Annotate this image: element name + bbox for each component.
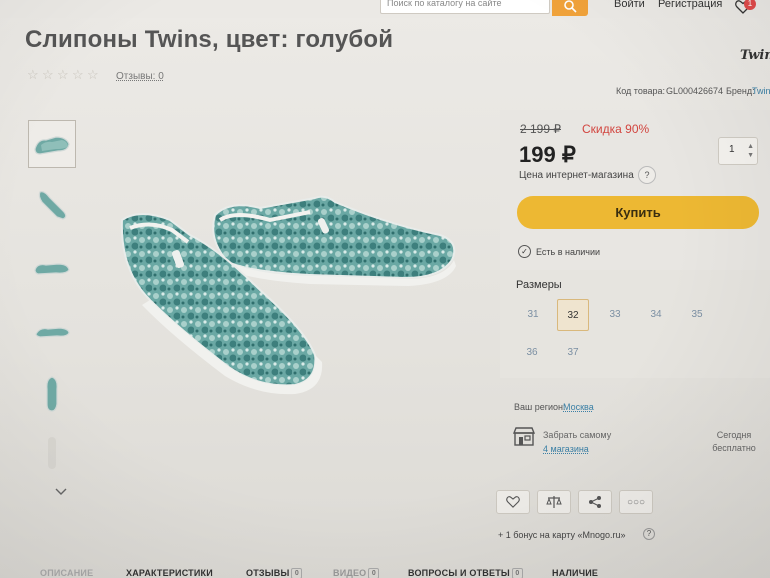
tab-availability[interactable]: НАЛИЧИЕ [552,568,598,578]
chevron-down-icon [55,488,67,495]
more-button[interactable]: ○○○ [619,490,653,514]
tab-reviews-label: ОТЗЫВЫ [246,568,290,578]
share-icon [589,496,601,508]
tab-video-label: ВИДЕО [333,568,367,578]
size-option-31[interactable]: 31 [517,299,549,331]
page-title: Слипоны Twins, цвет: голубой [25,26,394,53]
size-option-35[interactable]: 35 [681,299,713,331]
product-code-value: GL000426674 [666,86,724,96]
star-icon: ☆ [27,67,39,82]
search-button[interactable] [552,0,588,16]
old-price: 2 199 ₽ [520,122,561,136]
quantity-arrows-icon[interactable]: ▲ ▼ [747,142,754,160]
product-code-label: Код товара: [616,86,666,96]
bonus-help-icon[interactable]: ? [643,528,655,540]
store-icon [512,426,536,451]
brand-label: Бренд: [726,86,755,96]
region-link[interactable]: Москва [563,402,594,412]
tab-questions[interactable]: ВОПРОСЫ И ОТВЕТЫ 0 [408,568,523,578]
bonus-text: + 1 бонус на карту «Mnogo.ru» [498,530,626,540]
compare-button[interactable] [537,490,571,514]
reviews-link[interactable]: Отзывы: 0 [116,71,164,82]
sizes-label: Размеры [516,279,562,291]
stock-status: Есть в наличии [536,247,600,257]
region-label: Ваш регион: [514,402,566,412]
quantity-stepper[interactable]: 1 ▲ ▼ [718,137,758,165]
tab-characteristics[interactable]: ХАРАКТЕРИСТИКИ [126,568,213,578]
thumbnail-4[interactable] [28,307,76,355]
tab-description[interactable]: ОПИСАНИЕ [40,568,93,578]
thumbnail-1[interactable] [28,120,76,168]
tab-video[interactable]: ВИДЕО 0 [333,568,380,578]
thumbnail-5[interactable] [28,370,76,418]
search-icon [564,0,577,13]
size-option-36[interactable]: 36 [516,337,548,369]
price-help-icon[interactable]: ? [638,166,656,184]
size-option-34[interactable]: 34 [640,299,672,331]
tab-reviews[interactable]: ОТЗЫВЫ 0 [246,568,303,578]
pickup-label: Забрать самому [543,430,612,440]
compare-icon [546,496,562,508]
star-icon: ☆ [57,67,69,82]
pickup-when-day: Сегодня [716,430,752,440]
thumbnails-scroll-down[interactable] [54,484,68,502]
size-option-32[interactable]: 32 [557,299,589,331]
rating-stars[interactable]: ☆ ☆ ☆ ☆ ☆ [27,67,99,82]
pickup-stores-link[interactable]: 4 магазина [543,444,589,454]
more-icon: ○○○ [626,496,646,508]
product-page: Поиск по каталогу на сайте Войти Регистр… [0,0,770,578]
wishlist-add-button[interactable] [496,490,530,514]
buy-button[interactable]: Купить [517,196,759,229]
brand-logo[interactable]: Twins [740,48,770,63]
thumbnail-3[interactable] [28,244,76,292]
size-option-33[interactable]: 33 [599,299,631,331]
quantity-value: 1 [729,144,735,155]
login-link[interactable]: Войти [614,0,645,10]
check-circle-icon: ✓ [518,245,531,258]
pickup-when-cost: бесплатно [712,443,756,453]
share-button[interactable] [578,490,612,514]
discount-label: Скидка 90% [582,122,650,136]
star-icon: ☆ [72,67,84,82]
price-note: Цена интернет-магазина [519,170,634,181]
current-price: 199 ₽ [519,142,576,167]
tab-video-count: 0 [368,568,380,578]
size-option-37[interactable]: 37 [557,337,589,369]
register-link[interactable]: Регистрация [658,0,722,10]
tab-reviews-count: 0 [291,568,303,578]
thumbnail-2[interactable] [28,180,76,228]
brand-link[interactable]: Twins [752,86,770,96]
heart-icon [506,496,520,508]
star-icon: ☆ [87,67,99,82]
pickup-when: Сегодня бесплатно [706,429,762,455]
star-icon: ☆ [42,67,54,82]
tab-questions-count: 0 [511,568,523,578]
thumbnail-6[interactable] [28,429,76,477]
tab-questions-label: ВОПРОСЫ И ОТВЕТЫ [408,568,510,578]
product-main-image[interactable] [110,180,470,410]
product-tabs: ОПИСАНИЕ ХАРАКТЕРИСТИКИ ОТЗЫВЫ 0 ВИДЕО 0 В… [0,560,770,578]
search-input[interactable]: Поиск по каталогу на сайте [380,0,550,14]
